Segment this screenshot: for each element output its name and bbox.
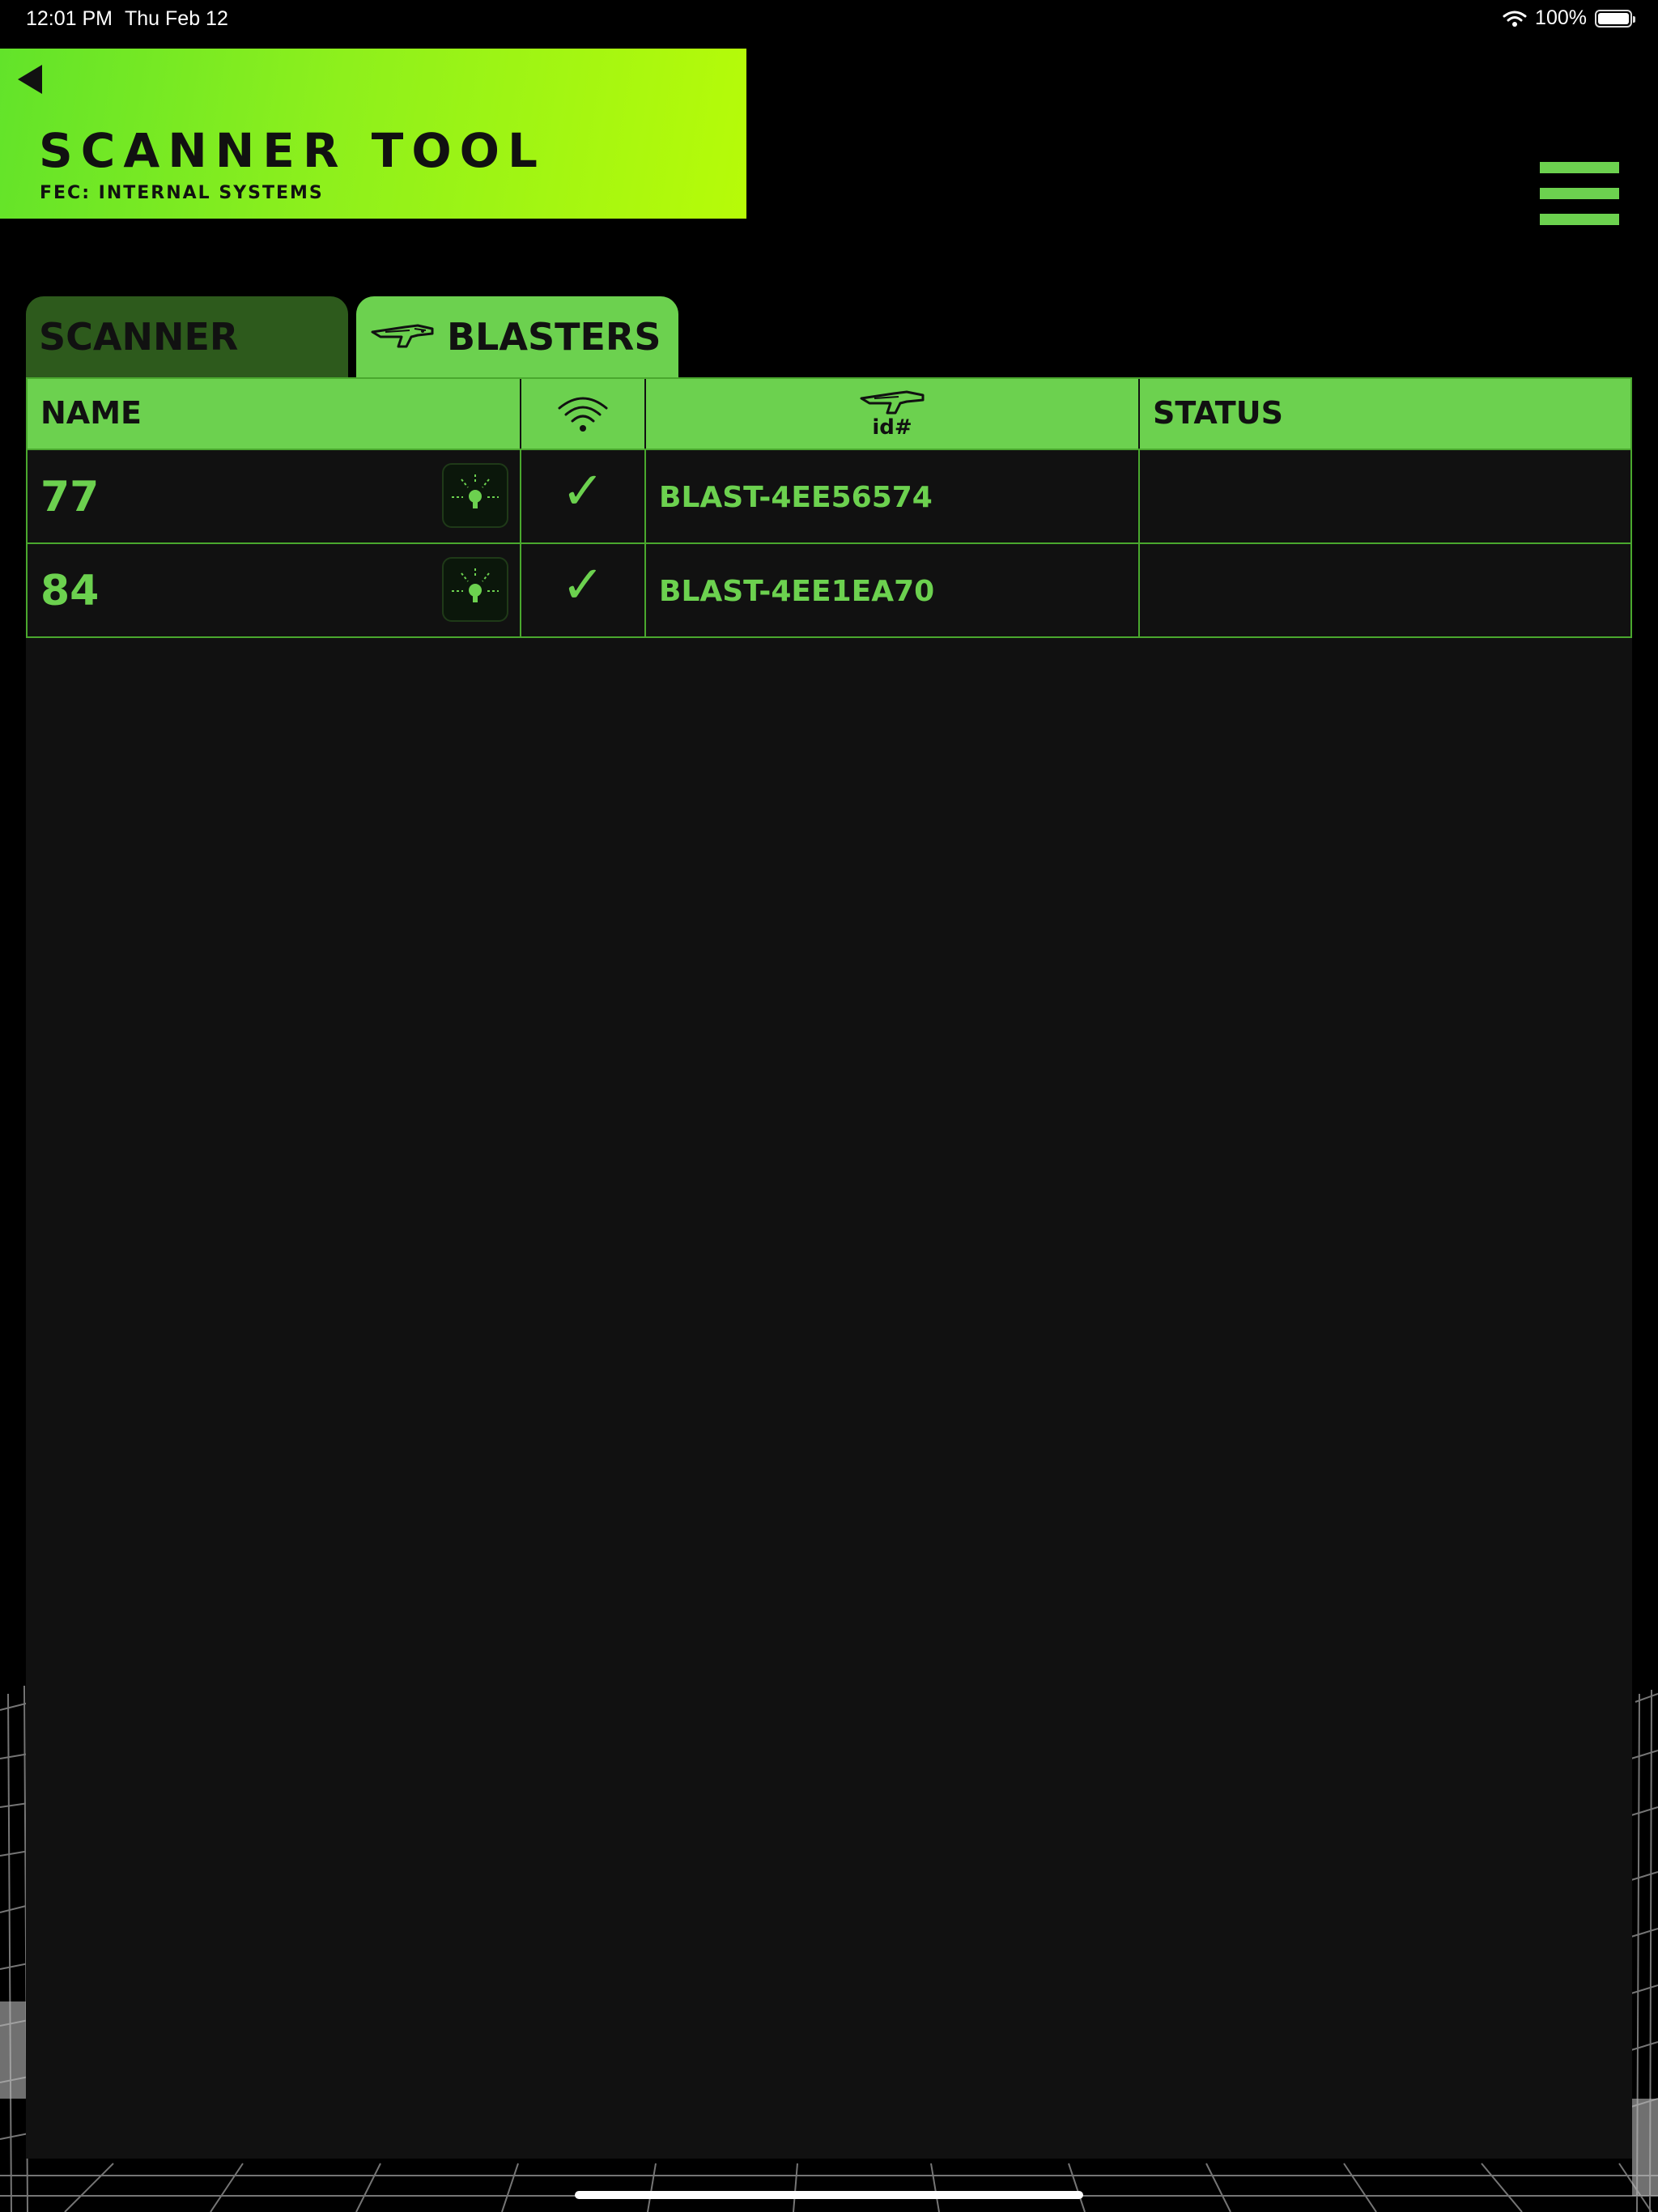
header-banner: SCANNER TOOL FEC: INTERNAL SYSTEMS	[0, 49, 746, 219]
row-name-cell: 84	[28, 544, 521, 636]
lightbulb-icon	[452, 474, 499, 508]
row-connected-cell: ✓	[521, 450, 646, 542]
column-header-name: NAME	[28, 379, 521, 449]
column-header-signal	[521, 379, 646, 449]
row-id-cell: BLAST-4EE1EA70	[646, 544, 1140, 636]
hamburger-menu-icon	[1540, 188, 1619, 199]
identify-light-button[interactable]	[442, 463, 508, 528]
blasters-table: NAME id# STATUS 77 ✓ BLAST-4EE56574 84 ✓…	[26, 377, 1632, 2159]
row-status-cell	[1140, 450, 1634, 542]
column-header-id-label: id#	[872, 415, 912, 440]
table-row[interactable]: 84 ✓ BLAST-4EE1EA70	[26, 544, 1632, 638]
status-date: Thu Feb 12	[125, 7, 228, 30]
wifi-status-icon	[1503, 10, 1527, 28]
blaster-icon	[860, 390, 925, 415]
row-id: BLAST-4EE1EA70	[659, 575, 935, 608]
back-triangle-icon	[18, 65, 42, 94]
hamburger-menu-icon	[1540, 214, 1619, 225]
status-bar: 12:01 PM Thu Feb 12 100%	[0, 0, 1658, 40]
tab-scanner-label: SCANNER	[39, 315, 239, 359]
identify-light-button[interactable]	[442, 557, 508, 622]
lightbulb-icon	[452, 568, 499, 602]
home-indicator[interactable]	[575, 2191, 1083, 2199]
status-time: 12:01 PM	[26, 7, 113, 30]
row-name-cell: 77	[28, 450, 521, 542]
row-id-cell: BLAST-4EE56574	[646, 450, 1140, 542]
page-subtitle: FEC: INTERNAL SYSTEMS	[40, 183, 324, 203]
tab-scanner[interactable]: SCANNER	[26, 296, 348, 377]
row-connected-cell: ✓	[521, 544, 646, 636]
column-header-status: STATUS	[1140, 379, 1634, 449]
column-header-status-label: STATUS	[1153, 395, 1283, 431]
row-name: 84	[40, 567, 100, 615]
wifi-signal-icon	[558, 397, 608, 432]
battery-percentage: 100%	[1535, 6, 1587, 29]
connected-check-icon: ✓	[561, 462, 605, 521]
blaster-icon	[369, 315, 436, 359]
menu-button[interactable]	[1540, 162, 1619, 225]
hamburger-menu-icon	[1540, 162, 1619, 173]
battery-fill	[1598, 12, 1629, 24]
row-name: 77	[40, 473, 100, 521]
back-button[interactable]	[11, 60, 50, 99]
page-title: SCANNER TOOL	[39, 123, 546, 178]
table-row[interactable]: 77 ✓ BLAST-4EE56574	[26, 450, 1632, 544]
row-status-cell	[1140, 544, 1634, 636]
connected-check-icon: ✓	[561, 555, 605, 615]
tab-blasters-label: BLASTERS	[447, 315, 661, 359]
table-header: NAME id# STATUS	[26, 377, 1632, 450]
status-right: 100%	[1503, 6, 1635, 30]
battery-icon	[1595, 9, 1635, 28]
column-header-id: id#	[646, 379, 1140, 449]
tab-blasters[interactable]: BLASTERS	[356, 296, 678, 377]
column-header-name-label: NAME	[40, 395, 142, 431]
row-id: BLAST-4EE56574	[659, 481, 933, 514]
